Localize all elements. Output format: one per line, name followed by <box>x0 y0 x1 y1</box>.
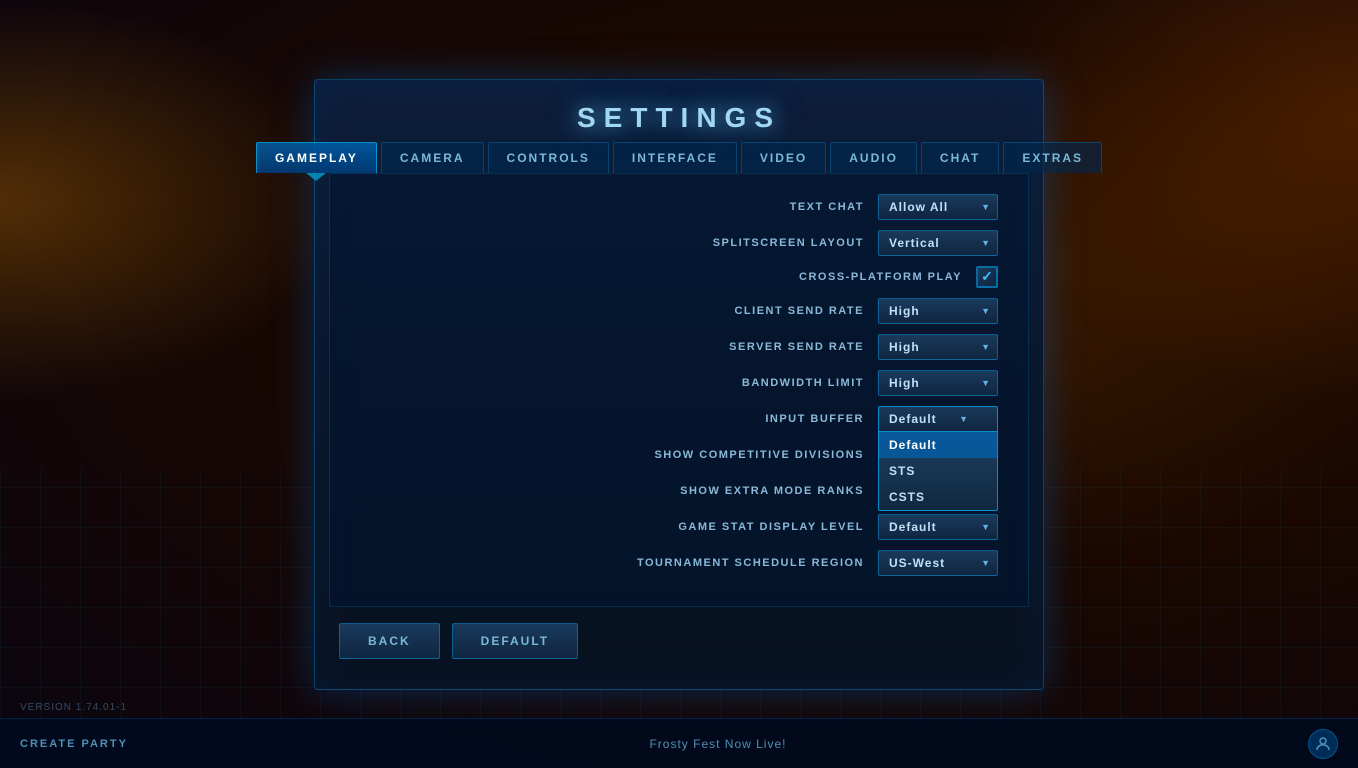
dropdown-wrapper-bandwidth-limit: High Medium Low <box>878 370 998 396</box>
tab-bar: GAMEPLAY CAMERA CONTROLS INTERFACE VIDEO… <box>315 142 1043 173</box>
setting-server-send-rate: SERVER SEND RATE High Medium Low <box>360 334 998 360</box>
input-buffer-option-default[interactable]: Default <box>879 432 997 458</box>
label-game-stat-display-level: GAME STAT DISPLAY LEVEL <box>644 521 864 533</box>
label-input-buffer: INPUT BUFFER <box>644 413 864 425</box>
tab-interface[interactable]: INTERFACE <box>613 142 737 173</box>
input-buffer-arrow-icon: ▼ <box>959 414 969 424</box>
overlay: SETTINGS GAMEPLAY CAMERA CONTROLS INTERF… <box>0 0 1358 768</box>
dropdown-wrapper-tournament-region: US-West US-East EU <box>878 550 998 576</box>
checkbox-cross-platform[interactable]: ✓ <box>976 266 998 288</box>
dropdown-wrapper-splitscreen: Vertical Horizontal <box>878 230 998 256</box>
checkmark-cross-platform: ✓ <box>981 268 993 285</box>
dropdown-wrapper-client-send-rate: High Medium Low <box>878 298 998 324</box>
label-cross-platform: CROSS-PLATFORM PLAY <box>742 271 962 283</box>
setting-splitscreen-layout: SPLITSCREEN LAYOUT Vertical Horizontal <box>360 230 998 256</box>
gameplay-tab-content: TEXT CHAT Allow All Team Only Disabled S… <box>329 173 1029 607</box>
label-client-send-rate: CLIENT SEND RATE <box>644 305 864 317</box>
tab-extras[interactable]: EXTRAS <box>1003 142 1102 173</box>
select-text-chat[interactable]: Allow All Team Only Disabled <box>878 194 998 220</box>
input-buffer-value: Default <box>889 412 937 426</box>
input-buffer-option-sts[interactable]: STS <box>879 458 997 484</box>
input-buffer-dropdown-list: Default STS CSTS <box>878 432 998 511</box>
setting-cross-platform: CROSS-PLATFORM PLAY ✓ <box>360 266 998 288</box>
setting-client-send-rate: CLIENT SEND RATE High Medium Low <box>360 298 998 324</box>
create-party-button[interactable]: CREATE PARTY <box>20 738 128 750</box>
settings-modal: SETTINGS GAMEPLAY CAMERA CONTROLS INTERF… <box>314 79 1044 690</box>
label-bandwidth-limit: BANDWIDTH LIMIT <box>644 377 864 389</box>
label-show-competitive-divisions: SHOW COMPETITIVE DIVISIONS <box>644 449 864 461</box>
back-button[interactable]: BACK <box>339 623 440 659</box>
select-splitscreen-layout[interactable]: Vertical Horizontal <box>878 230 998 256</box>
label-show-extra-mode-ranks: SHOW EXTRA MODE RANKS <box>644 485 864 497</box>
select-client-send-rate[interactable]: High Medium Low <box>878 298 998 324</box>
input-buffer-dropdown-container: Default ▼ Default STS CSTS <box>878 406 998 432</box>
select-server-send-rate[interactable]: High Medium Low <box>878 334 998 360</box>
tab-video[interactable]: VIDEO <box>741 142 826 173</box>
select-tournament-region[interactable]: US-West US-East EU <box>878 550 998 576</box>
input-buffer-dropdown-btn[interactable]: Default ▼ <box>878 406 998 432</box>
setting-text-chat: TEXT CHAT Allow All Team Only Disabled <box>360 194 998 220</box>
setting-input-buffer: INPUT BUFFER Default ▼ Default STS CSTS <box>360 406 998 432</box>
tab-camera[interactable]: CAMERA <box>381 142 484 173</box>
select-bandwidth-limit[interactable]: High Medium Low <box>878 370 998 396</box>
select-game-stat-display-level[interactable]: Default Minimal Full <box>878 514 998 540</box>
dropdown-wrapper-text-chat: Allow All Team Only Disabled <box>878 194 998 220</box>
user-icon[interactable] <box>1308 729 1338 759</box>
setting-game-stat-display-level: GAME STAT DISPLAY LEVEL Default Minimal … <box>360 514 998 540</box>
tab-chat[interactable]: CHAT <box>921 142 999 173</box>
news-ticker: Frosty Fest Now Live! <box>649 737 786 751</box>
label-tournament-region: TOURNAMENT SCHEDULE REGION <box>637 557 864 569</box>
dropdown-wrapper-game-stat: Default Minimal Full <box>878 514 998 540</box>
tab-gameplay[interactable]: GAMEPLAY <box>256 142 377 173</box>
input-buffer-option-csts[interactable]: CSTS <box>879 484 997 510</box>
tab-controls[interactable]: CONTROLS <box>488 142 609 173</box>
setting-tournament-region: TOURNAMENT SCHEDULE REGION US-West US-Ea… <box>360 550 998 576</box>
default-button[interactable]: DEFAULT <box>452 623 578 659</box>
label-splitscreen-layout: SPLITSCREEN LAYOUT <box>644 237 864 249</box>
tab-audio[interactable]: AUDIO <box>830 142 917 173</box>
modal-title: SETTINGS <box>315 80 1043 142</box>
bottom-bar: CREATE PARTY Frosty Fest Now Live! <box>0 718 1358 768</box>
dropdown-wrapper-server-send-rate: High Medium Low <box>878 334 998 360</box>
label-server-send-rate: SERVER SEND RATE <box>644 341 864 353</box>
bottom-buttons: BACK DEFAULT <box>315 607 1043 659</box>
setting-bandwidth-limit: BANDWIDTH LIMIT High Medium Low <box>360 370 998 396</box>
label-text-chat: TEXT CHAT <box>644 201 864 213</box>
